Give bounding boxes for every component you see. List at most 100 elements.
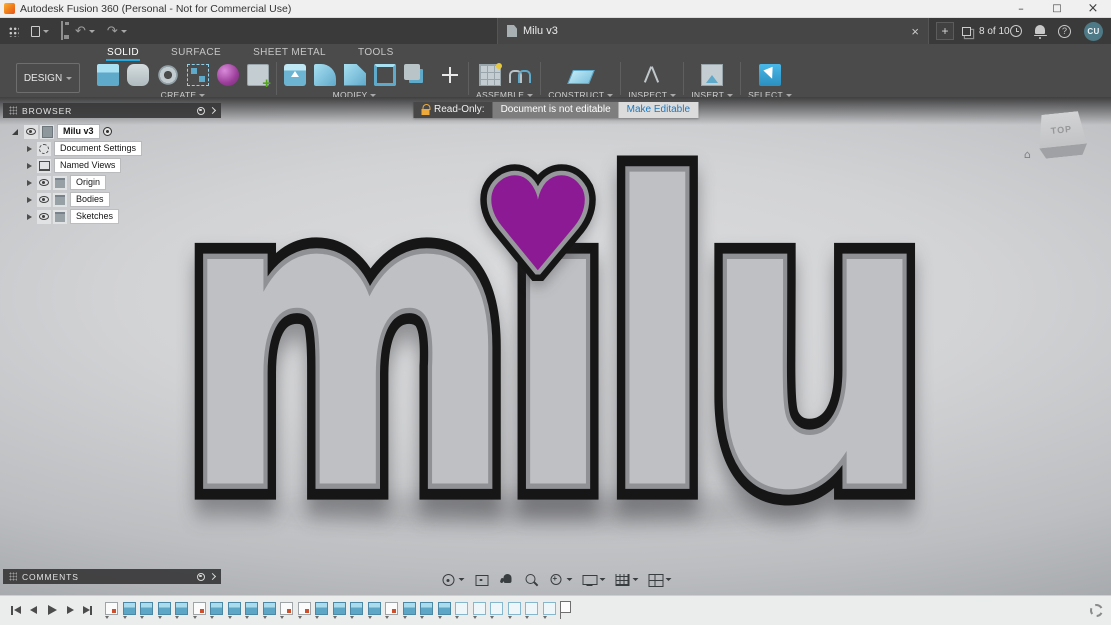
minimize-icon[interactable] xyxy=(1003,0,1039,17)
browser-item-label[interactable]: Bodies xyxy=(71,193,109,206)
joint-icon[interactable] xyxy=(508,64,531,86)
app-grid-icon[interactable] xyxy=(8,25,19,37)
extrude-feature-icon[interactable] xyxy=(315,602,328,619)
extrude-feature-icon[interactable] xyxy=(245,602,258,619)
tab-tools[interactable]: TOOLS xyxy=(357,45,395,61)
extrude-feature-icon[interactable] xyxy=(122,602,136,619)
visibility-eye-icon[interactable] xyxy=(37,209,51,224)
display-settings-button[interactable] xyxy=(581,572,605,587)
extrude-feature-icon[interactable] xyxy=(332,602,346,619)
sketch-feature-icon[interactable] xyxy=(280,602,293,619)
skip-end-icon[interactable] xyxy=(80,603,95,618)
browser-item-named-views[interactable]: Named Views xyxy=(3,157,221,174)
browser-item-label[interactable]: Document Settings xyxy=(55,142,142,155)
hollow-feature-icon[interactable] xyxy=(525,602,538,619)
new-tab-button[interactable] xyxy=(936,22,954,40)
extrude-feature-icon[interactable] xyxy=(227,602,241,619)
orbit-button[interactable] xyxy=(440,572,464,587)
undo-button[interactable] xyxy=(75,25,95,38)
step-back-icon[interactable] xyxy=(26,603,41,618)
panel-collapse-icon[interactable] xyxy=(208,572,217,581)
combine-icon[interactable] xyxy=(404,64,420,80)
viewcube[interactable]: TOP xyxy=(1029,113,1093,169)
sketch-feature-icon[interactable] xyxy=(297,602,311,619)
viewport-canvas[interactable]: mılu mılu mılu ♥ ♥ ♥ Read-Only: Document… xyxy=(0,97,1111,595)
job-status-clock-icon[interactable] xyxy=(1010,25,1022,37)
hollow-feature-icon[interactable] xyxy=(542,602,556,619)
look-at-button[interactable] xyxy=(473,572,489,587)
panel-grip-icon[interactable] xyxy=(9,572,17,581)
extrude-feature-icon[interactable] xyxy=(175,602,188,619)
browser-item-origin[interactable]: Origin xyxy=(3,174,221,191)
browser-item-sketches[interactable]: Sketches xyxy=(3,208,221,225)
browser-item-label[interactable]: Named Views xyxy=(55,159,121,172)
panel-toggle-icon[interactable] xyxy=(197,106,205,115)
construction-plane-icon[interactable] xyxy=(566,69,595,84)
browser-item-bodies[interactable]: Bodies xyxy=(3,191,221,208)
expand-caret-icon[interactable] xyxy=(27,213,32,220)
browser-root-row[interactable]: Milu v3 xyxy=(3,123,221,140)
press-pull-icon[interactable] xyxy=(284,63,306,86)
viewports-button[interactable] xyxy=(647,572,671,587)
tab-solid[interactable]: SOLID xyxy=(106,45,141,61)
move-icon[interactable] xyxy=(439,64,461,86)
create-form-icon[interactable] xyxy=(217,63,239,86)
extrude-feature-icon[interactable] xyxy=(437,602,451,619)
timeline-position-marker[interactable] xyxy=(559,600,571,619)
extrude-feature-icon[interactable] xyxy=(420,602,433,619)
expand-caret-icon[interactable] xyxy=(27,196,32,203)
sketch-feature-icon[interactable] xyxy=(105,602,118,619)
play-icon[interactable] xyxy=(44,603,59,618)
model-heart-dot[interactable]: ♥ ♥ ♥ xyxy=(469,149,607,301)
chamfer-icon[interactable] xyxy=(344,63,366,86)
fit-button[interactable] xyxy=(548,572,572,587)
skip-start-icon[interactable] xyxy=(8,603,23,618)
extrude-feature-icon[interactable] xyxy=(262,602,276,619)
close-icon[interactable] xyxy=(1075,0,1111,17)
visibility-eye-icon[interactable] xyxy=(37,192,51,207)
panel-grip-icon[interactable] xyxy=(9,106,17,115)
make-editable-link[interactable]: Make Editable xyxy=(627,102,690,118)
measure-icon[interactable] xyxy=(641,64,663,86)
visibility-eye-icon[interactable] xyxy=(37,175,51,190)
heart-icon[interactable]: ♥ xyxy=(480,160,597,290)
insert-mesh-icon[interactable] xyxy=(247,63,271,92)
hollow-feature-icon[interactable] xyxy=(455,602,468,619)
comments-panel-header[interactable]: COMMENTS xyxy=(3,569,221,584)
user-avatar[interactable]: CU xyxy=(1084,21,1103,41)
expand-caret-icon[interactable] xyxy=(27,162,32,169)
browser-item-document-settings[interactable]: Document Settings xyxy=(3,140,221,157)
tab-surface[interactable]: SURFACE xyxy=(170,45,222,61)
extrude-feature-icon[interactable] xyxy=(157,602,171,619)
viewcube-cube[interactable]: TOP xyxy=(1027,110,1095,160)
insert-icon[interactable] xyxy=(701,63,724,86)
close-tab-icon[interactable] xyxy=(911,25,919,38)
sketch-feature-icon[interactable] xyxy=(385,602,398,619)
select-icon[interactable] xyxy=(759,63,782,86)
extrude-feature-icon[interactable] xyxy=(367,602,381,619)
hollow-feature-icon[interactable] xyxy=(472,602,486,619)
shell-icon[interactable] xyxy=(374,63,396,86)
expand-caret-icon[interactable] xyxy=(12,128,18,135)
browser-root-label[interactable]: Milu v3 xyxy=(58,125,99,138)
tab-sheet-metal[interactable]: SHEET METAL xyxy=(252,45,327,61)
save-button[interactable] xyxy=(61,21,63,40)
browser-header[interactable]: BROWSER xyxy=(3,103,221,118)
timeline-settings-gear-icon[interactable] xyxy=(1090,604,1103,617)
hollow-feature-icon[interactable] xyxy=(490,602,503,619)
extrude-icon[interactable] xyxy=(97,63,119,86)
extrude-feature-icon[interactable] xyxy=(402,602,416,619)
grid-layout-button[interactable] xyxy=(614,572,638,587)
hollow-feature-icon[interactable] xyxy=(507,602,521,619)
pattern-icon[interactable] xyxy=(187,63,209,86)
form-icon[interactable] xyxy=(127,63,149,86)
viewcube-top-face[interactable]: TOP xyxy=(1036,111,1087,150)
coil-icon[interactable] xyxy=(157,63,179,86)
browser-item-label[interactable]: Sketches xyxy=(71,210,119,223)
extrude-feature-icon[interactable] xyxy=(140,602,153,619)
expand-caret-icon[interactable] xyxy=(27,179,32,186)
expand-caret-icon[interactable] xyxy=(27,145,32,152)
document-tab[interactable]: Milu v3 xyxy=(497,18,929,44)
visibility-eye-icon[interactable] xyxy=(24,124,38,139)
document-counter[interactable]: 8 of 10 xyxy=(962,18,1010,44)
